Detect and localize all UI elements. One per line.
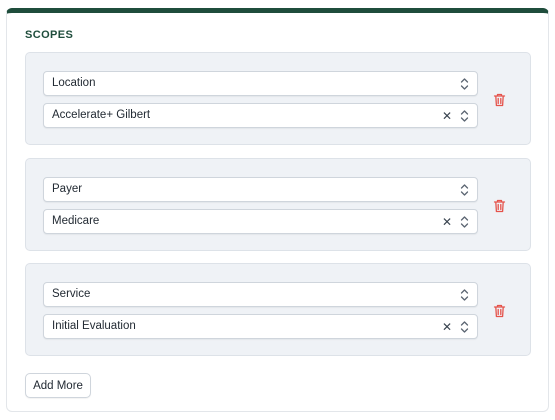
scopes-panel: SCOPES Location Accelerate+ Gilbert ✕ Pa… bbox=[6, 8, 549, 412]
scope-value-text: Initial Evaluation bbox=[52, 320, 136, 332]
trash-icon[interactable] bbox=[493, 304, 506, 318]
scope-type-select[interactable]: Payer bbox=[43, 177, 478, 202]
scope-card: Location Accelerate+ Gilbert ✕ bbox=[25, 52, 531, 145]
chevron-up-down-icon bbox=[460, 289, 469, 301]
scope-type-value: Service bbox=[52, 288, 91, 300]
chevron-up-down-icon bbox=[460, 216, 469, 228]
trash-icon[interactable] bbox=[493, 93, 506, 107]
close-icon[interactable]: ✕ bbox=[442, 215, 452, 229]
scope-value-select[interactable]: Initial Evaluation ✕ bbox=[43, 314, 478, 339]
scope-card: Payer Medicare ✕ bbox=[25, 158, 531, 251]
chevron-up-down-icon bbox=[460, 321, 469, 333]
chevron-up-down-icon bbox=[460, 110, 469, 122]
scope-card: Service Initial Evaluation ✕ bbox=[25, 263, 531, 356]
scope-type-value: Payer bbox=[52, 183, 83, 195]
scope-value-select[interactable]: Accelerate+ Gilbert ✕ bbox=[43, 103, 478, 128]
close-icon[interactable]: ✕ bbox=[442, 109, 452, 123]
scope-type-select[interactable]: Location bbox=[43, 71, 478, 96]
close-icon[interactable]: ✕ bbox=[442, 320, 452, 334]
scope-value-text: Medicare bbox=[52, 215, 100, 227]
scope-value-select[interactable]: Medicare ✕ bbox=[43, 209, 478, 234]
scope-value-text: Accelerate+ Gilbert bbox=[52, 109, 151, 121]
chevron-up-down-icon bbox=[460, 184, 469, 196]
scope-type-value: Location bbox=[52, 77, 96, 89]
section-title: SCOPES bbox=[25, 29, 74, 41]
scope-type-select[interactable]: Service bbox=[43, 282, 478, 307]
chevron-up-down-icon bbox=[460, 78, 469, 90]
add-more-button[interactable]: Add More bbox=[25, 373, 91, 398]
trash-icon[interactable] bbox=[493, 199, 506, 213]
